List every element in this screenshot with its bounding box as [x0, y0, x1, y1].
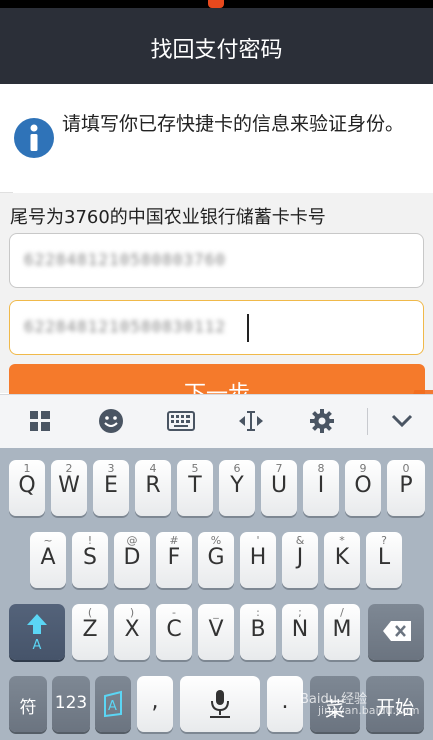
card-number-value: 6228481210580803760: [24, 250, 227, 269]
key-label: F: [167, 545, 181, 570]
watermark-url: jingyan.baidu.com: [318, 704, 420, 717]
key-label: X: [124, 617, 140, 642]
key-label: D: [123, 545, 141, 570]
key-label: H: [249, 545, 267, 570]
key-label: Z: [82, 617, 98, 642]
status-bar: [0, 0, 433, 8]
key-q[interactable]: 1Q: [9, 460, 45, 516]
key-label: W: [58, 473, 80, 498]
key-label: U: [270, 473, 288, 498]
emoji-icon[interactable]: [97, 407, 125, 435]
card-number-field[interactable]: 6228481210580803760: [9, 233, 424, 288]
page-title: 找回支付密码: [150, 38, 283, 63]
key-label: P: [399, 473, 413, 498]
toolbar-divider: [367, 408, 368, 435]
key-g[interactable]: % G: [198, 532, 234, 588]
keyboard-toolbar: [0, 394, 433, 449]
key-i[interactable]: 8I: [303, 460, 339, 516]
numbers-key[interactable]: 123: [52, 676, 90, 732]
key-u[interactable]: 7U: [261, 460, 297, 516]
key-label: O: [354, 473, 372, 498]
key-k[interactable]: * K: [324, 532, 360, 588]
notification-dot: [208, 0, 224, 8]
key-y[interactable]: 6Y: [219, 460, 255, 516]
key-label: A: [40, 545, 56, 570]
period-key-label: .: [281, 689, 289, 714]
microphone-icon: [208, 688, 232, 724]
key-e[interactable]: 3E: [93, 460, 129, 516]
key-n[interactable]: ; N: [282, 604, 318, 660]
card-number-label: 尾号为3760的中国农业银行储蓄卡卡号: [10, 207, 326, 228]
key-label: Q: [18, 473, 36, 498]
cursor-move-icon[interactable]: [237, 407, 265, 435]
key-v[interactable]: _ V: [198, 604, 234, 660]
key-label: T: [188, 473, 202, 498]
key-t[interactable]: 5T: [177, 460, 213, 516]
collapse-icon[interactable]: [388, 407, 416, 435]
card-number-confirm-field[interactable]: 6228481210580830112: [9, 300, 424, 355]
key-x[interactable]: ) X: [114, 604, 150, 660]
title-bar: 找回支付密码: [0, 8, 433, 84]
key-label: G: [207, 545, 225, 570]
key-f[interactable]: # F: [156, 532, 192, 588]
key-label: Y: [230, 473, 244, 498]
keyboard-icon[interactable]: [167, 407, 195, 435]
settings-icon[interactable]: [308, 407, 336, 435]
keyboard: 1Q 2W 3E 4R 5T 6Y 7U 8I 9O 0P ~ A ! S @ D #…: [0, 448, 433, 740]
numbers-key-label: 123: [54, 693, 88, 713]
backspace-key[interactable]: [368, 604, 424, 660]
key-label: N: [291, 617, 309, 642]
key-c[interactable]: -C: [156, 604, 192, 660]
key-w[interactable]: 2W: [51, 460, 87, 516]
key-d[interactable]: @ D: [114, 532, 150, 588]
key-label: I: [317, 473, 325, 498]
info-message: 请填写你已存快捷卡的信息来验证身份。: [62, 113, 405, 135]
shift-key[interactable]: A: [9, 604, 65, 660]
grid-icon[interactable]: [26, 407, 54, 435]
key-r[interactable]: 4R: [135, 460, 171, 516]
symbols-key[interactable]: 符: [9, 676, 47, 732]
key-l[interactable]: ? L: [366, 532, 402, 588]
key-label: E: [104, 473, 118, 498]
symbols-key-label: 符: [19, 698, 37, 718]
key-label: V: [208, 617, 224, 642]
shift-arrow-icon: [26, 613, 48, 639]
key-a[interactable]: ~ A: [30, 532, 66, 588]
key-s[interactable]: ! S: [72, 532, 108, 588]
card-number-confirm-value: 6228481210580830112: [24, 317, 227, 336]
space-key[interactable]: [180, 676, 260, 732]
key-j[interactable]: & J: [282, 532, 318, 588]
key-b[interactable]: :B: [240, 604, 276, 660]
key-label: M: [332, 617, 352, 642]
key-z[interactable]: (Z: [72, 604, 108, 660]
input-mode-key[interactable]: A: [95, 676, 131, 732]
key-p[interactable]: 0P: [387, 460, 425, 516]
text-cursor: [247, 314, 249, 342]
key-o[interactable]: 9O: [345, 460, 381, 516]
key-label: L: [377, 545, 391, 570]
key-label: S: [83, 545, 97, 570]
backspace-icon: [382, 620, 412, 646]
comma-key[interactable]: ,: [137, 676, 173, 732]
svg-text:A: A: [108, 699, 117, 714]
key-label: J: [296, 545, 304, 570]
key-label: R: [145, 473, 161, 498]
key-label: K: [334, 545, 350, 570]
key-label: C: [166, 617, 182, 642]
comma-key-label: ,: [151, 689, 159, 714]
key-h[interactable]: ' H: [240, 532, 276, 588]
input-mode-icon: A: [103, 690, 123, 722]
key-m[interactable]: / M: [324, 604, 360, 660]
key-label: B: [250, 617, 266, 642]
period-key[interactable]: .: [267, 676, 303, 732]
shift-label: A: [32, 638, 42, 653]
